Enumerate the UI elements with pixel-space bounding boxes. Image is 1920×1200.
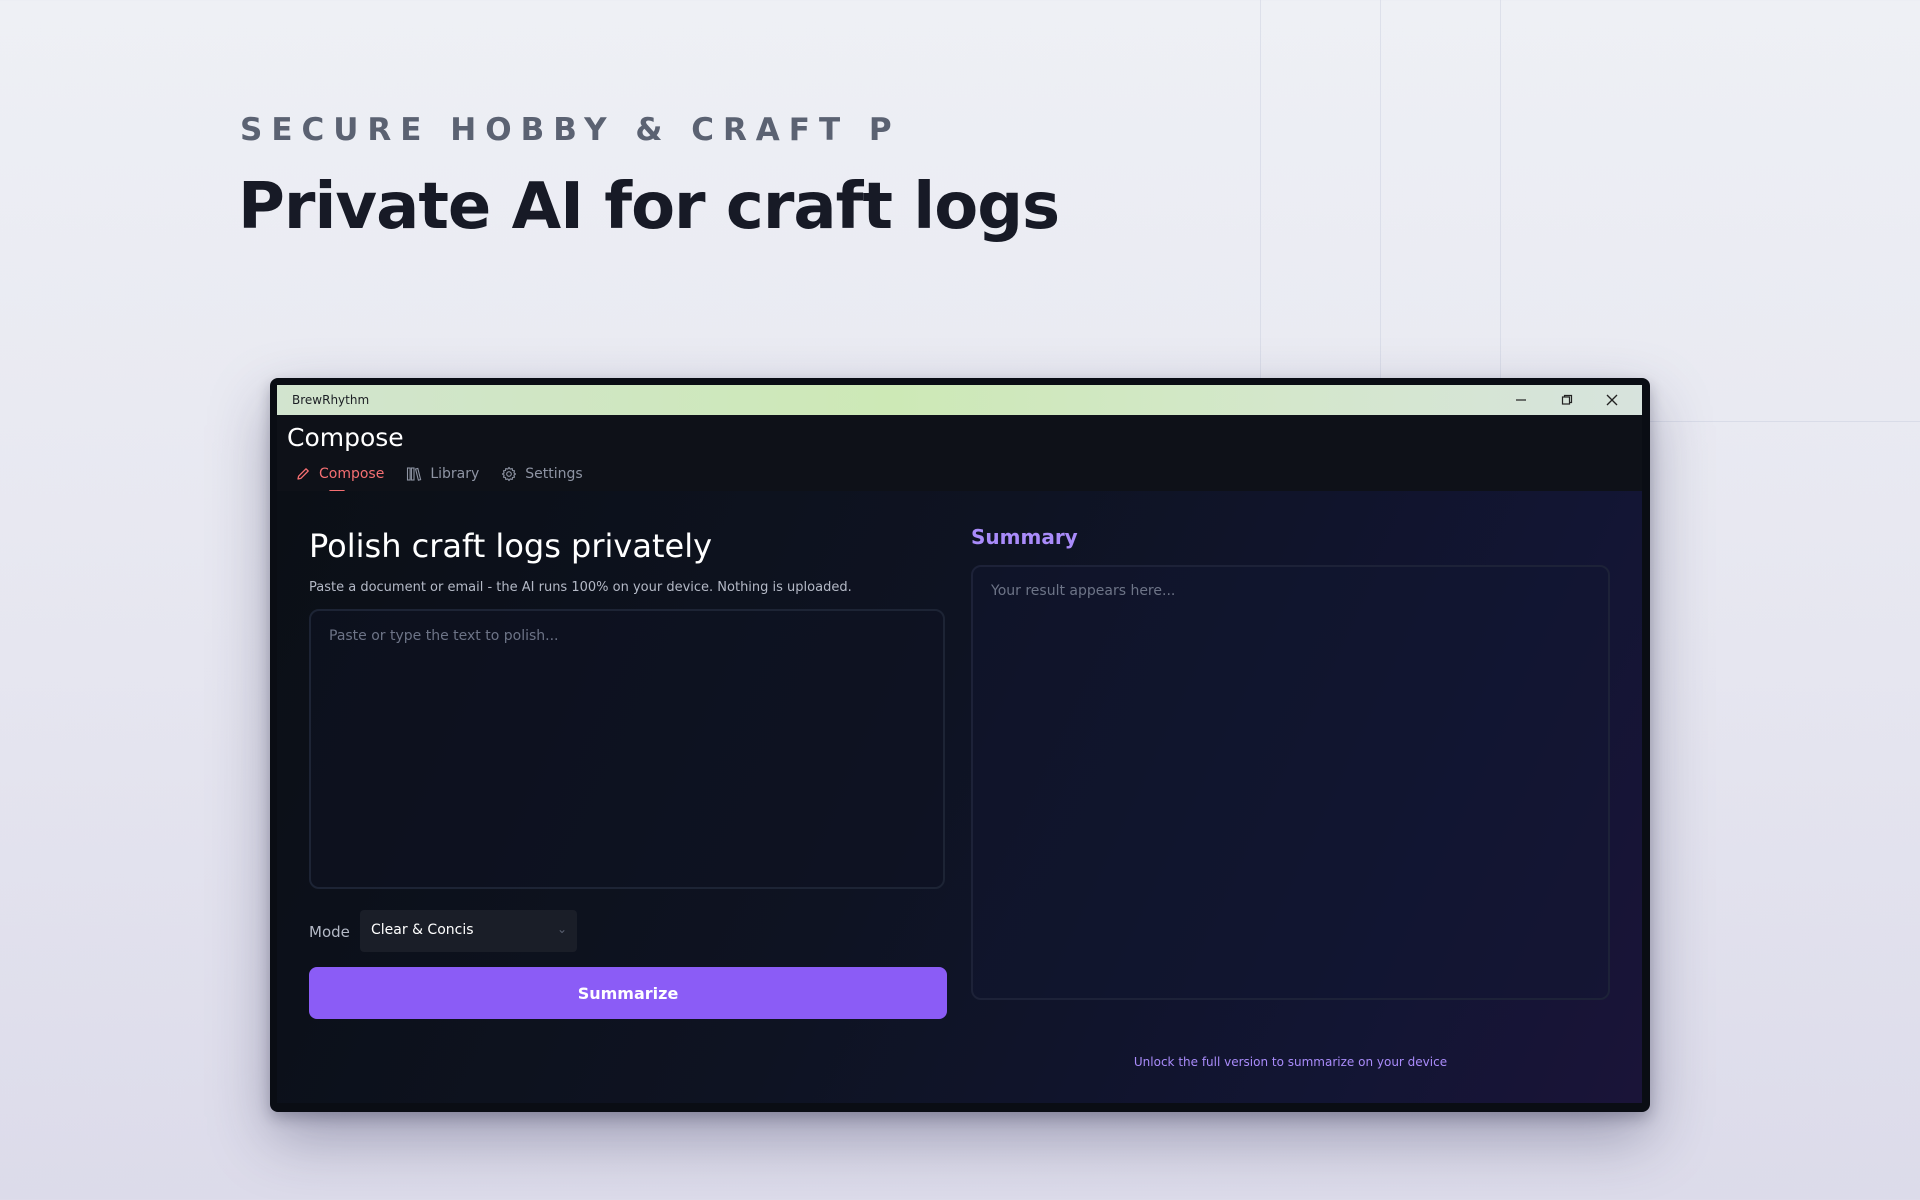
gear-icon (502, 466, 517, 482)
unlock-link[interactable]: Unlock the full version to summarize on … (971, 1055, 1610, 1069)
tab-compose-label: Compose (319, 466, 385, 482)
title-bar[interactable]: BrewRhythm (277, 385, 1642, 415)
section-subtitle: Paste a document or email - the AI runs … (309, 580, 852, 595)
close-icon (1606, 394, 1618, 406)
background-line (1380, 0, 1381, 420)
page-title: Compose (287, 423, 404, 452)
section-heading: Polish craft logs privately (309, 527, 713, 565)
pencil-icon (297, 468, 309, 480)
tab-library[interactable]: Library (406, 466, 479, 482)
text-input[interactable]: Paste or type the text to polish... (309, 609, 945, 889)
mode-value: Clear & Concis (371, 922, 474, 938)
summarize-button[interactable]: Summarize (309, 967, 947, 1019)
app-header: Compose Compose Library Settings (277, 415, 1642, 493)
tab-settings[interactable]: Settings (501, 466, 583, 482)
main-content: Polish craft logs privately Paste a docu… (277, 491, 1642, 1103)
tab-settings-label: Settings (525, 466, 583, 482)
background-card (1500, 0, 1920, 422)
tab-compose[interactable]: Compose (295, 466, 385, 493)
hero-title: Private AI for craft logs (238, 170, 1060, 244)
minimize-icon (1516, 399, 1526, 401)
mode-label: Mode (309, 923, 350, 941)
restore-button[interactable] (1545, 385, 1589, 415)
restore-icon (1561, 394, 1573, 405)
chevron-down-icon: ⌄ (556, 922, 567, 936)
library-icon (407, 467, 422, 481)
mode-select[interactable]: Clear & Concis ⌄ (360, 910, 577, 952)
result-placeholder: Your result appears here... (991, 583, 1176, 599)
nav-tabs: Compose Library Settings (295, 466, 583, 493)
close-button[interactable] (1590, 385, 1634, 415)
result-output[interactable]: Your result appears here... (971, 565, 1610, 1000)
hero-eyebrow: SECURE HOBBY & CRAFT P (240, 112, 901, 148)
tab-library-label: Library (430, 466, 480, 482)
summary-title: Summary (971, 525, 1078, 549)
background-line (1260, 0, 1261, 420)
input-placeholder: Paste or type the text to polish... (329, 628, 559, 644)
app-window: BrewRhythm Compose Compose Library Setti… (270, 378, 1650, 1112)
app-name: BrewRhythm (292, 393, 370, 407)
minimize-button[interactable] (1499, 385, 1543, 415)
